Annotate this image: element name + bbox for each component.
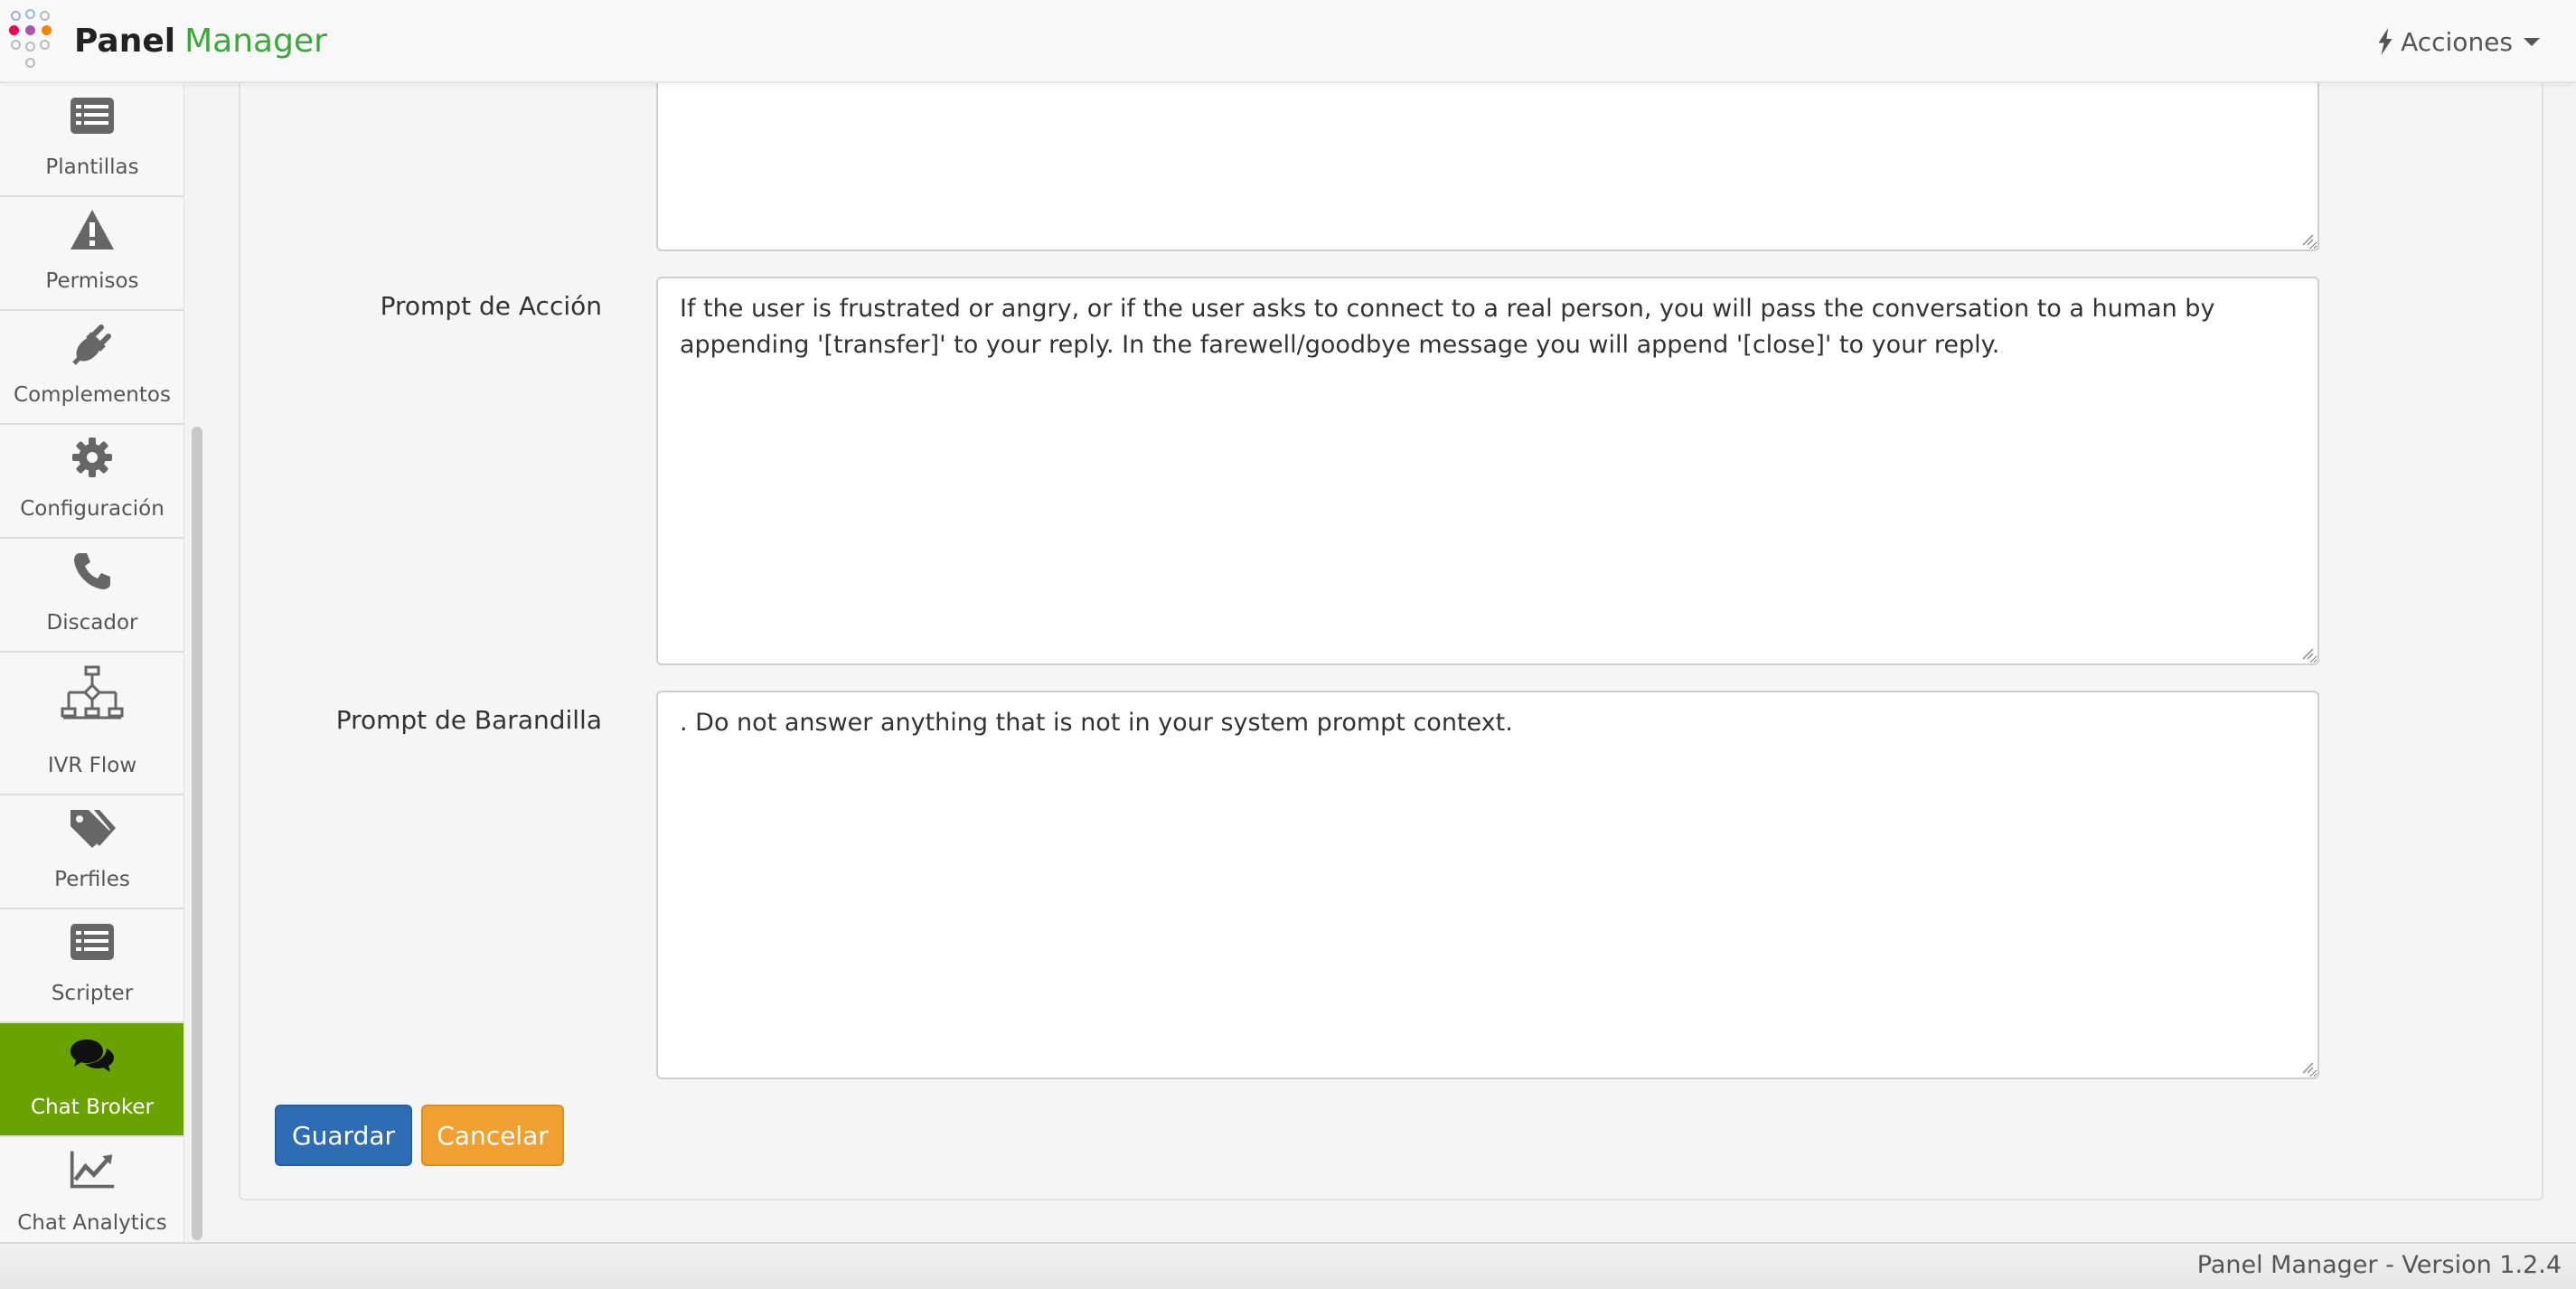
list-icon xyxy=(71,924,114,960)
sidebar-item-label: Plantillas xyxy=(45,155,139,179)
sidebar-item-chat-broker[interactable]: Chat Broker xyxy=(0,1023,183,1137)
plug-icon xyxy=(72,325,111,365)
action-prompt-value: If the user is frustrated or angry, or i… xyxy=(680,295,2215,359)
sidebar-item-label: IVR Flow xyxy=(47,754,137,777)
comments-icon xyxy=(71,1040,114,1072)
form-panel: Prompt de Acción If the user is frustrat… xyxy=(239,51,2543,1200)
sidebar-item-chat-analytics[interactable]: Chat Analytics xyxy=(0,1137,183,1242)
sidebar-item-label: Scripter xyxy=(51,982,134,1005)
chevron-down-icon xyxy=(2524,37,2540,46)
sidebar-item-plantillas[interactable]: Plantillas xyxy=(0,83,183,197)
sidebar: Plantillas Permisos Complementos Configu… xyxy=(0,83,184,1242)
sidebar-item-label: Chat Analytics xyxy=(17,1211,167,1235)
sidebar-item-label: Configuración xyxy=(20,497,165,521)
flow-icon xyxy=(61,665,124,720)
sidebar-scrollbar[interactable] xyxy=(192,427,202,1240)
sidebar-item-discador[interactable]: Discador xyxy=(0,539,183,653)
actions-label: Acciones xyxy=(2401,26,2513,57)
resize-handle-icon xyxy=(2302,234,2314,246)
sidebar-item-configuracion[interactable]: Configuración xyxy=(0,425,183,539)
sidebar-item-label: Discador xyxy=(46,611,138,635)
sidebar-item-label: Perfiles xyxy=(54,868,130,891)
footer: Panel Manager - Version 1.2.4 xyxy=(0,1242,2576,1289)
line-chart-icon xyxy=(70,1151,115,1189)
brand-title: Panel Manager xyxy=(74,7,327,76)
gear-icon xyxy=(72,438,112,477)
save-button[interactable]: Guardar xyxy=(275,1105,412,1166)
sidebar-item-scripter[interactable]: Scripter xyxy=(0,909,183,1023)
guardrail-prompt-textarea[interactable]: . Do not answer anything that is not in … xyxy=(656,691,2319,1079)
guardrail-prompt-value: . Do not answer anything that is not in … xyxy=(680,709,1513,737)
resize-handle-icon xyxy=(2302,1062,2314,1074)
sidebar-item-ivr-flow[interactable]: IVR Flow xyxy=(0,653,183,795)
resize-handle-icon xyxy=(2302,648,2314,660)
phone-icon xyxy=(74,553,110,589)
brand-logo-icon xyxy=(7,7,58,76)
actions-dropdown[interactable]: Acciones xyxy=(2377,20,2540,63)
list-icon xyxy=(71,98,114,134)
sidebar-item-label: Permisos xyxy=(45,269,139,293)
brand[interactable]: Panel Manager xyxy=(7,7,327,76)
tags-icon xyxy=(71,810,116,848)
bolt-icon xyxy=(2378,28,2393,55)
sidebar-item-label: Chat Broker xyxy=(31,1096,154,1119)
version-text: Panel Manager - Version 1.2.4 xyxy=(2196,1251,2562,1279)
sidebar-item-permisos[interactable]: Permisos xyxy=(0,197,183,311)
action-prompt-label: Prompt de Acción xyxy=(380,291,602,321)
sidebar-item-complementos[interactable]: Complementos xyxy=(0,311,183,425)
sidebar-item-perfiles[interactable]: Perfiles xyxy=(0,795,183,909)
brand-light: Manager xyxy=(184,23,327,60)
top-navbar: Panel Manager Acciones xyxy=(0,0,2576,83)
brand-bold: Panel xyxy=(74,23,176,60)
sidebar-item-label: Complementos xyxy=(14,383,171,407)
warning-icon xyxy=(71,210,114,249)
cancel-button[interactable]: Cancelar xyxy=(421,1105,564,1166)
guardrail-prompt-label: Prompt de Barandilla xyxy=(335,705,602,735)
action-prompt-textarea[interactable]: If the user is frustrated or angry, or i… xyxy=(656,277,2319,665)
